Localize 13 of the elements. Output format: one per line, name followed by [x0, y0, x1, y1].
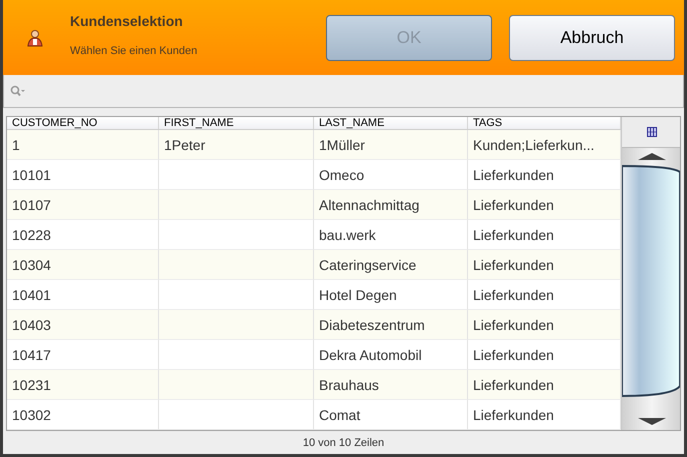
column-header[interactable]: CUSTOMER_NO	[7, 117, 159, 129]
row-count: 10 von 10 Zeilen	[302, 436, 384, 448]
columns-icon[interactable]	[647, 127, 657, 137]
table-cell: Comat	[314, 400, 468, 430]
scrollbar[interactable]	[622, 148, 680, 430]
dialog-subtitle: Wählen Sie einen Kunden	[70, 45, 198, 57]
dialog-title: Kundenselektion	[70, 13, 184, 29]
cancel-button[interactable]: Abbruch	[509, 14, 675, 60]
person-icon	[27, 28, 43, 46]
table-cell: 10302	[7, 400, 159, 430]
column-header[interactable]: FIRST_NAME	[159, 117, 314, 129]
column-header[interactable]: LAST_NAME	[314, 117, 468, 129]
column-header[interactable]: TAGS	[468, 117, 621, 129]
